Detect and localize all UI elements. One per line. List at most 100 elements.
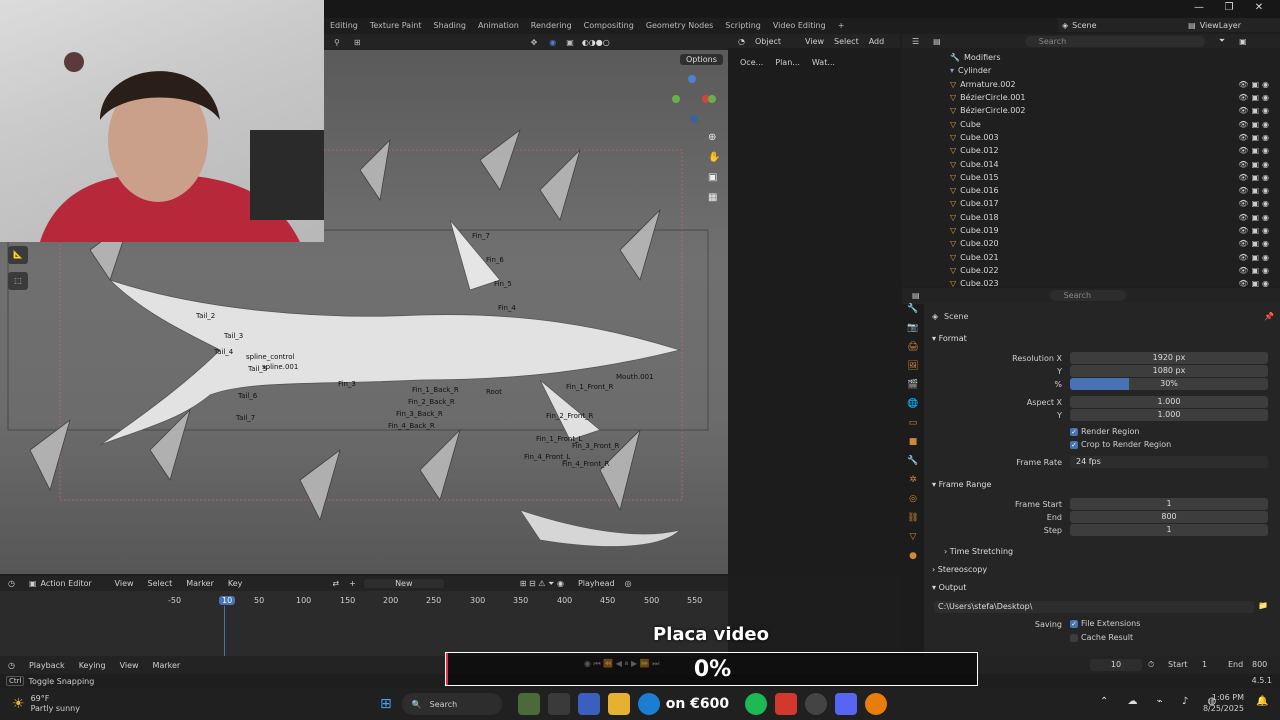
outliner-filter-mode-icon[interactable]: ▤ — [933, 37, 941, 46]
aspect-y-field[interactable]: 1.000 — [1070, 409, 1268, 421]
outliner-row[interactable]: ▽ Cube.003 👁▣◉ — [902, 131, 1280, 144]
outliner-row[interactable]: ▽ Cube.018 👁▣◉ — [902, 211, 1280, 224]
world-tab-icon[interactable]: 🌐 — [902, 399, 924, 418]
resolution-percent-slider[interactable]: 30% — [1070, 378, 1268, 390]
file-explorer-icon[interactable] — [607, 693, 630, 715]
workspace-tab[interactable]: Shading — [428, 18, 473, 34]
start-field[interactable]: 1 — [1202, 660, 1207, 669]
workspace-tab[interactable]: Compositing — [578, 18, 640, 34]
outliner-row[interactable]: ▽ BézierCircle.002 👁▣◉ — [902, 104, 1280, 117]
z-axis-icon[interactable] — [688, 75, 696, 83]
collection-tab-icon[interactable]: ▭ — [902, 418, 924, 437]
render-region-checkbox[interactable]: ✓ Render Region — [1070, 427, 1139, 436]
frame-start-field[interactable]: 1 — [1070, 498, 1268, 510]
visibility-icon[interactable]: 👁▣◉ — [1238, 173, 1272, 182]
add-cube-tool-icon[interactable]: ⬚ — [8, 272, 28, 290]
edge-icon[interactable] — [637, 693, 660, 715]
visibility-icon[interactable]: 👁▣◉ — [1238, 133, 1272, 142]
close-icon[interactable]: ✕ — [1244, 2, 1274, 13]
outliner-row[interactable]: ▾ Cylinder — [902, 64, 1280, 77]
workspace-tab[interactable]: Texture Paint — [364, 18, 428, 34]
y-axis-icon[interactable] — [708, 95, 716, 103]
filter-icon[interactable]: ⏷ — [1219, 36, 1225, 46]
visibility-icon[interactable]: 👁▣◉ — [1238, 266, 1272, 275]
workspace-tab[interactable]: Editing — [324, 18, 364, 34]
workspace-tab[interactable]: Geometry Nodes — [640, 18, 719, 34]
visibility-icon[interactable]: 👁▣◉ — [1238, 160, 1272, 169]
discord-icon[interactable] — [835, 693, 858, 715]
chatgpt-icon[interactable] — [805, 693, 828, 715]
snap-icon[interactable]: ⊞ — [354, 38, 361, 47]
measure-tool-icon[interactable]: 📐 — [8, 246, 28, 264]
outliner-row[interactable]: ▽ Armature.002 👁▣◉ — [902, 78, 1280, 91]
visibility-icon[interactable]: 👁▣◉ — [1238, 186, 1272, 195]
view-layer-tab-icon[interactable]: 🖼 — [902, 361, 924, 380]
pan-hand-icon[interactable]: ✋ — [708, 152, 720, 163]
playback-menu-item[interactable]: View — [120, 661, 139, 670]
outliner-row[interactable]: ▽ Cube.021 👁▣◉ — [902, 250, 1280, 263]
scene-tab-icon[interactable]: 🎬 — [902, 380, 924, 399]
end-field[interactable]: 800 — [1252, 660, 1267, 669]
task-view-icon[interactable] — [547, 693, 570, 715]
render-tab-icon[interactable]: 📷 — [902, 323, 924, 342]
outliner-row[interactable]: ▽ BézierCircle.001 👁▣◉ — [902, 91, 1280, 104]
outliner-row[interactable]: 🔧 Modifiers — [902, 51, 1280, 64]
visibility-icon[interactable]: 👁▣◉ — [1238, 120, 1272, 129]
visibility-icon[interactable]: 👁▣◉ — [1238, 239, 1272, 248]
add-menu[interactable]: Add — [869, 37, 885, 46]
material-tab-icon[interactable]: ● — [902, 551, 924, 570]
outliner-row[interactable]: ▽ Cube.019 👁▣◉ — [902, 224, 1280, 237]
current-frame-field[interactable]: 10 — [1090, 659, 1142, 671]
breadcrumb-item[interactable]: Plan... — [775, 58, 800, 67]
folder-icon[interactable]: 📁 — [1258, 601, 1268, 610]
xray-icon[interactable]: ▣ — [566, 38, 574, 47]
outliner-row[interactable]: ▽ Cube.022 👁▣◉ — [902, 264, 1280, 277]
neg-z-axis-icon[interactable] — [690, 115, 698, 123]
frame-end-field[interactable]: 800 — [1070, 511, 1268, 523]
properties-search-input[interactable]: Search — [1049, 289, 1126, 301]
output-path-field[interactable]: C:\Users\stefa\Desktop\ — [934, 601, 1254, 613]
aspect-x-field[interactable]: 1.000 — [1070, 396, 1268, 408]
blender-icon[interactable] — [865, 693, 888, 715]
format-section-header[interactable]: ▾ Format — [932, 334, 967, 343]
frame-step-field[interactable]: 1 — [1070, 524, 1268, 536]
workspace-tab[interactable]: Video Editing — [767, 18, 832, 34]
maximize-icon[interactable]: ❐ — [1214, 2, 1244, 13]
visibility-icon[interactable]: 👁▣◉ — [1238, 226, 1272, 235]
weather-widget[interactable]: 69°F Partly sunny — [31, 694, 80, 714]
brave-icon[interactable] — [775, 693, 798, 715]
overlay-icon[interactable]: ◉ — [549, 38, 556, 47]
neg-y-axis-icon[interactable] — [672, 95, 680, 103]
zoom-icon[interactable]: ⊕ — [708, 132, 716, 143]
shading-modes-icon[interactable]: ◐◑●○ — [582, 38, 610, 47]
visibility-icon[interactable]: 👁▣◉ — [1238, 93, 1272, 102]
outliner-row[interactable]: ▽ Cube.012 👁▣◉ — [902, 144, 1280, 157]
workspace-tab[interactable]: + — [832, 18, 851, 34]
object-tab-icon[interactable]: ■ — [902, 437, 924, 456]
widget-app-icon[interactable] — [517, 693, 540, 715]
playback-menu-item[interactable]: Playback — [29, 661, 65, 670]
visibility-icon[interactable]: 👁▣◉ — [1238, 80, 1272, 89]
options-dropdown[interactable]: Options — [680, 54, 723, 65]
perspective-icon[interactable]: ▦ — [708, 192, 717, 203]
view-menu[interactable]: View — [805, 37, 824, 46]
select-menu[interactable]: Select — [834, 37, 859, 46]
workspace-tab[interactable]: Rendering — [525, 18, 578, 34]
camera-icon[interactable]: ▣ — [708, 172, 717, 183]
particles-tab-icon[interactable]: ✲ — [902, 475, 924, 494]
minimize-icon[interactable]: — — [1184, 2, 1214, 13]
new-collection-icon[interactable]: ▣ — [1239, 37, 1247, 46]
outliner-row[interactable]: ▽ Cube.016 👁▣◉ — [902, 184, 1280, 197]
shading-icon[interactable]: ◔ — [738, 37, 745, 46]
outliner-row[interactable]: ▽ Cube.017 👁▣◉ — [902, 197, 1280, 210]
playback-menu-item[interactable]: Marker — [153, 661, 181, 670]
gizmo-icon[interactable]: ✥ — [531, 38, 538, 47]
weather-icon[interactable]: ☀ — [12, 696, 25, 712]
timeline-editor-icon[interactable]: ◷ — [8, 661, 15, 670]
visibility-icon[interactable]: 👁▣◉ — [1238, 199, 1272, 208]
outliner-search-input[interactable]: Search — [1024, 35, 1205, 47]
physics-tab-icon[interactable]: ◎ — [902, 494, 924, 513]
resolution-y-field[interactable]: 1080 px — [1070, 365, 1268, 377]
preview-range-icon[interactable]: ⏱ — [1148, 660, 1154, 670]
outliner-row[interactable]: ▽ Cube.020 👁▣◉ — [902, 237, 1280, 250]
